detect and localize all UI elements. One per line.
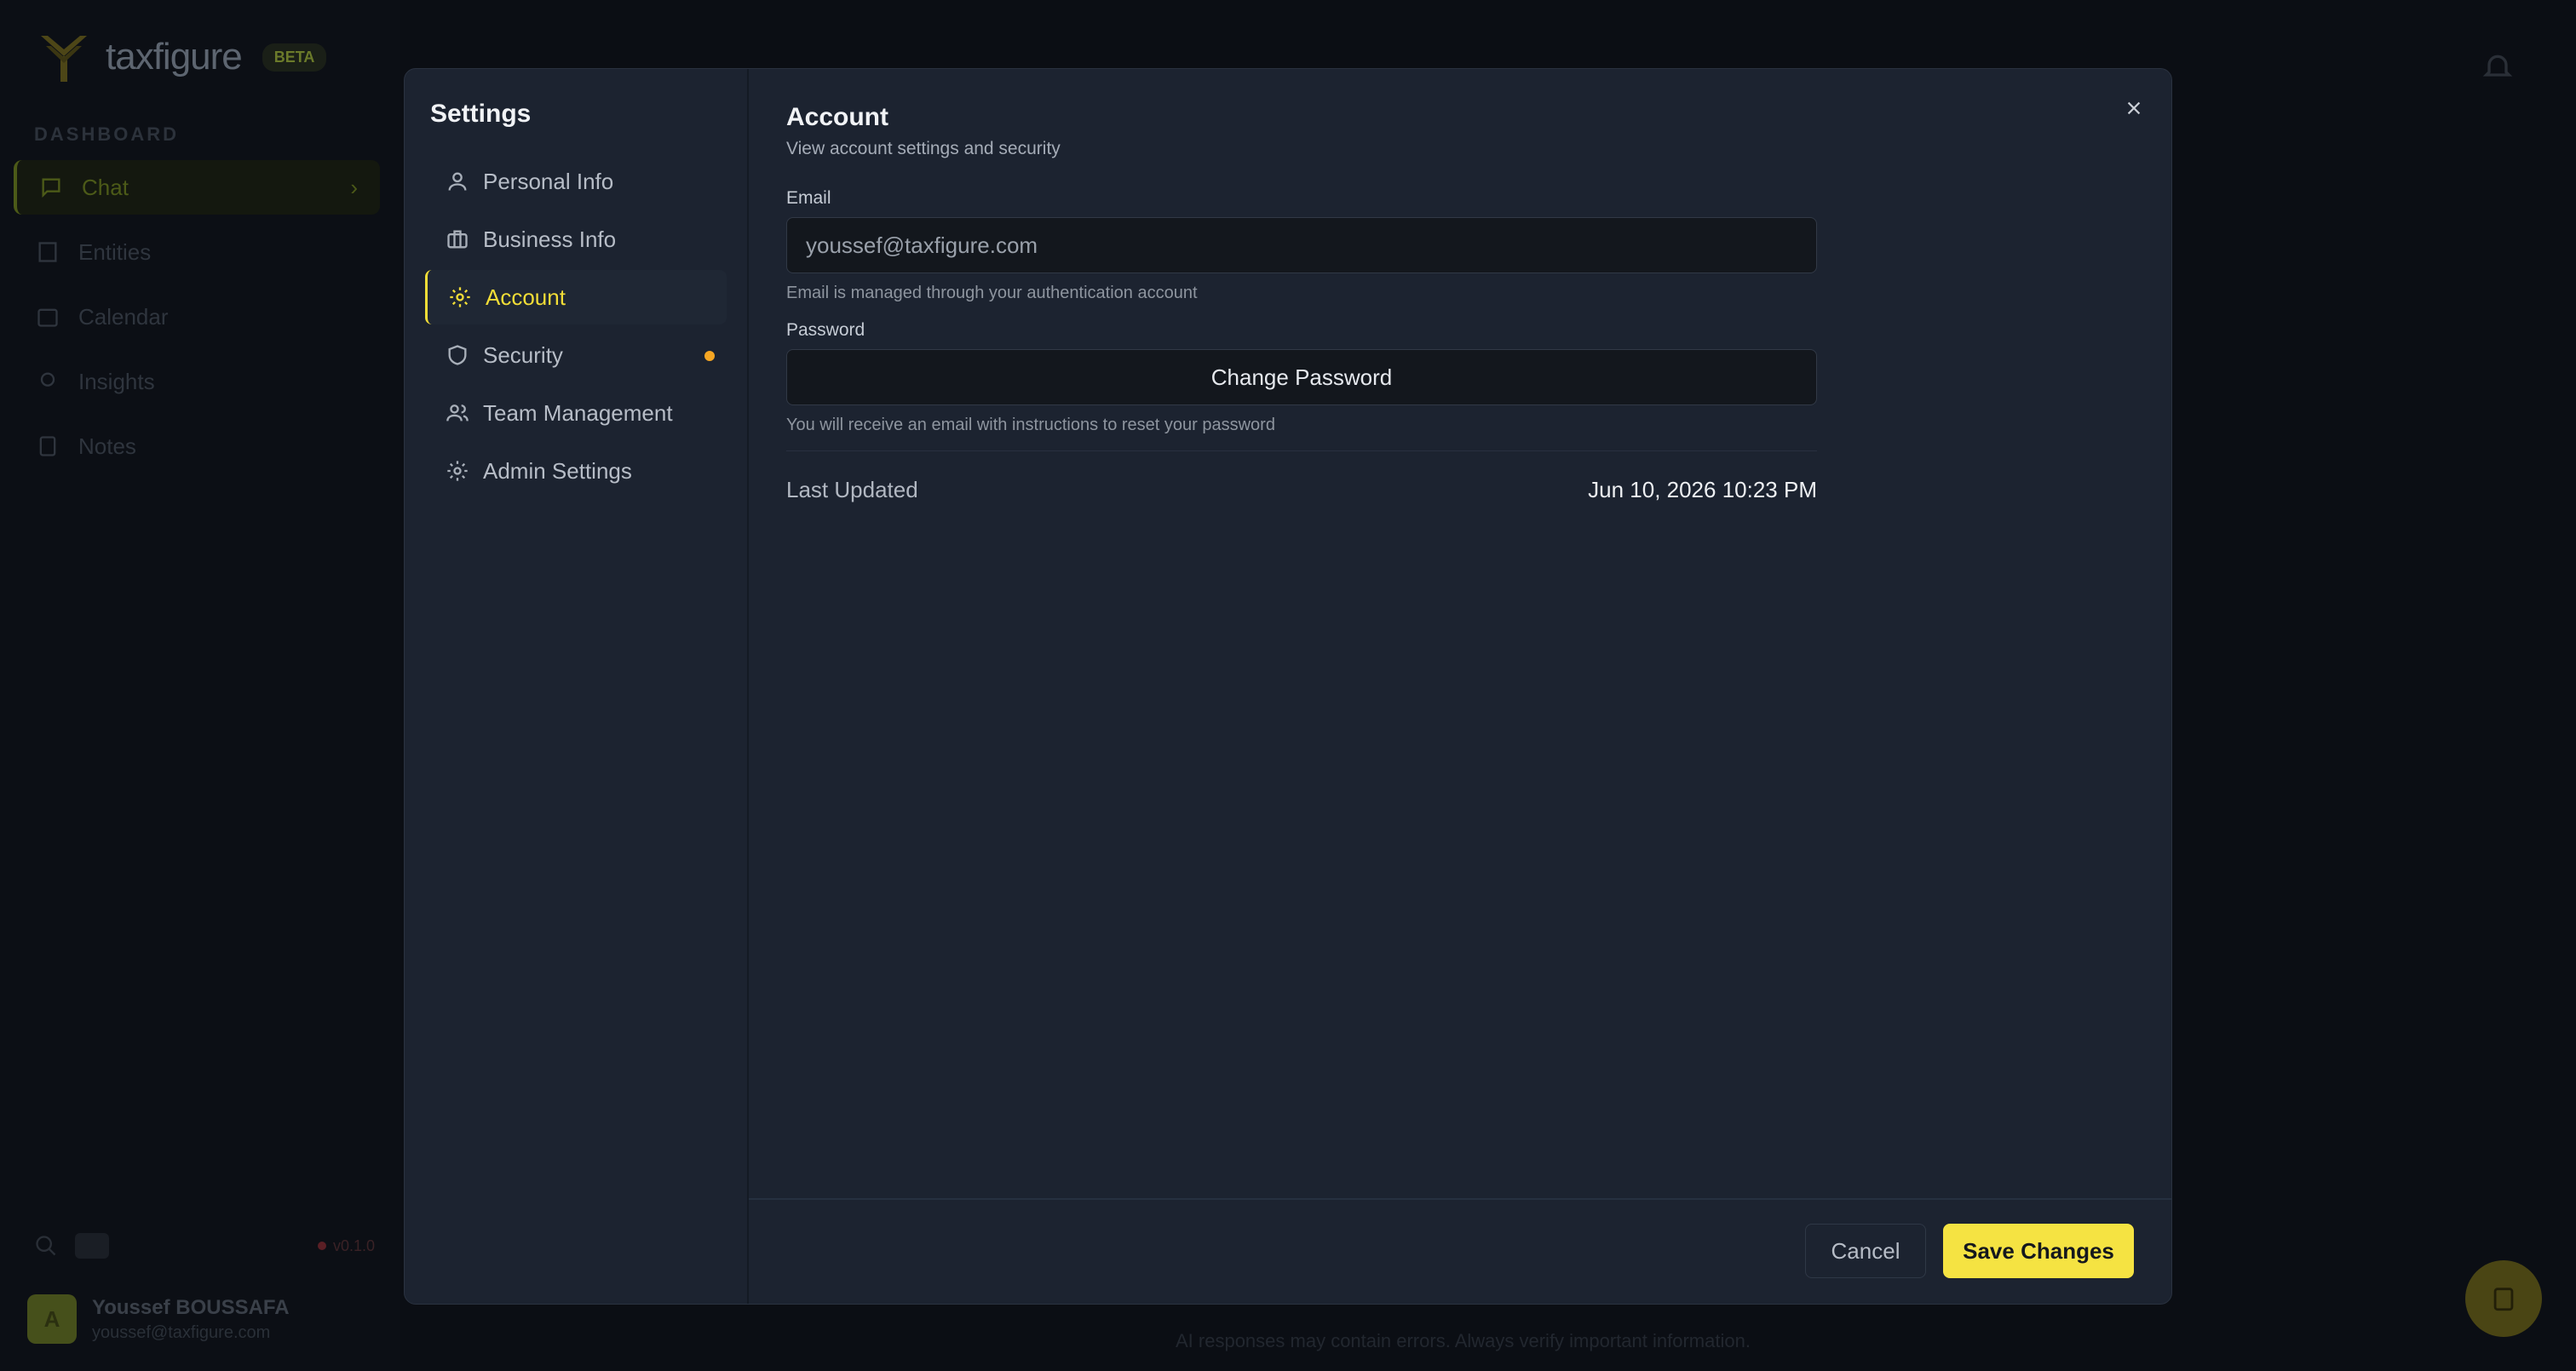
settings-nav-label: Personal Info <box>483 168 614 194</box>
security-indicator-dot <box>704 351 715 361</box>
search-icon[interactable] <box>34 1234 58 1258</box>
change-password-button[interactable]: Change Password <box>786 349 1817 405</box>
app-nav-label: Calendar <box>78 303 169 330</box>
app-nav-label: Insights <box>78 368 155 394</box>
settings-title: Settings <box>430 100 532 128</box>
lightbulb-icon <box>40 372 55 387</box>
users-icon <box>446 404 469 422</box>
app-nav-item-calendar[interactable]: Calendar <box>14 290 380 344</box>
app-nav-label: Entities <box>78 238 152 265</box>
shield-icon <box>448 345 467 365</box>
briefcase-icon <box>447 230 468 249</box>
user-name: Youssef BOUSSAFA <box>92 1295 290 1319</box>
settings-nav: Settings Personal Info Business Info Acc… <box>405 69 749 1304</box>
app-sidebar: taxfigure BETA DASHBOARD Chat › Entities… <box>0 0 400 1371</box>
email-label: Email <box>786 188 831 208</box>
settings-nav-label: Security <box>483 341 563 368</box>
bell-icon[interactable] <box>2481 49 2515 83</box>
note-icon <box>39 436 56 456</box>
taxfigure-logo-icon <box>41 36 87 82</box>
chevron-right-icon: › <box>350 174 358 200</box>
section-subtitle: View account settings and security <box>786 139 1061 158</box>
section-title: Account <box>786 103 888 131</box>
app-nav-item-insights[interactable]: Insights <box>14 354 380 409</box>
app-nav: Chat › Entities Calendar Insights Notes <box>14 160 380 484</box>
settings-nav-business-info[interactable]: Business Info <box>425 212 727 267</box>
status-dot <box>317 1242 326 1250</box>
app-nav-label: Chat <box>82 174 129 200</box>
brand: taxfigure BETA <box>34 27 327 87</box>
settings-nav-label: Admin Settings <box>483 457 632 484</box>
avatar: A <box>27 1294 77 1344</box>
password-helper-text: You will receive an email with instructi… <box>786 416 1275 434</box>
nav-section-label: DASHBOARD <box>34 123 179 145</box>
gear-icon <box>447 461 468 481</box>
close-button[interactable] <box>2120 95 2148 122</box>
settings-nav-list: Personal Info Business Info Account Secu… <box>405 154 747 498</box>
footer-disclaimer: AI responses may contain errors. Always … <box>1176 1330 1751 1351</box>
floating-action-button[interactable] <box>2465 1260 2542 1337</box>
settings-nav-personal-info[interactable]: Personal Info <box>425 154 727 209</box>
brand-name: taxfigure <box>106 36 243 77</box>
settings-nav-team-management[interactable]: Team Management <box>425 386 727 440</box>
app-nav-item-chat[interactable]: Chat › <box>14 160 380 215</box>
app-nav-item-entities[interactable]: Entities <box>14 225 380 279</box>
cancel-button[interactable]: Cancel <box>1805 1224 1926 1278</box>
password-label: Password <box>786 320 865 340</box>
settings-nav-admin-settings[interactable]: Admin Settings <box>425 444 727 498</box>
account-form: Account View account settings and securi… <box>786 103 1817 503</box>
version-indicator: v0.1.0 <box>317 1236 375 1255</box>
user-icon <box>448 172 467 191</box>
app-nav-item-notes[interactable]: Notes <box>14 419 380 473</box>
modal-footer-divider <box>749 1198 2171 1200</box>
settings-nav-security[interactable]: Security <box>425 328 727 382</box>
clipboard-icon <box>2493 1288 2514 1311</box>
gear-icon <box>450 287 470 307</box>
settings-nav-label: Business Info <box>483 226 617 252</box>
divider <box>786 450 1817 451</box>
settings-nav-label: Account <box>486 284 566 310</box>
email-field[interactable] <box>786 217 1817 273</box>
save-changes-button[interactable]: Save Changes <box>1943 1224 2134 1278</box>
sidebar-bottom-row: v0.1.0 <box>34 1233 375 1259</box>
user-card[interactable]: A Youssef BOUSSAFA youssef@taxfigure.com <box>27 1294 377 1344</box>
last-updated-label: Last Updated <box>786 477 918 502</box>
app-nav-label: Notes <box>78 433 136 459</box>
last-updated-value: Jun 10, 2026 10:23 PM <box>1588 477 1817 502</box>
keyboard-shortcut-badge <box>75 1233 109 1259</box>
email-helper-text: Email is managed through your authentica… <box>786 284 1198 302</box>
calendar-icon <box>37 308 58 327</box>
settings-nav-label: Team Management <box>483 399 673 426</box>
settings-nav-account[interactable]: Account <box>425 270 727 324</box>
beta-badge: BETA <box>262 43 327 72</box>
version-label: v0.1.0 <box>332 1236 375 1254</box>
account-panel: Account View account settings and securi… <box>749 69 2171 1304</box>
close-icon <box>2127 101 2141 115</box>
chat-icon <box>42 178 60 198</box>
last-updated-row: Last Updated Jun 10, 2026 10:23 PM <box>786 477 1817 503</box>
building-icon <box>38 242 57 262</box>
settings-modal: Settings Personal Info Business Info Acc… <box>404 68 2172 1305</box>
user-email: youssef@taxfigure.com <box>92 1322 271 1342</box>
